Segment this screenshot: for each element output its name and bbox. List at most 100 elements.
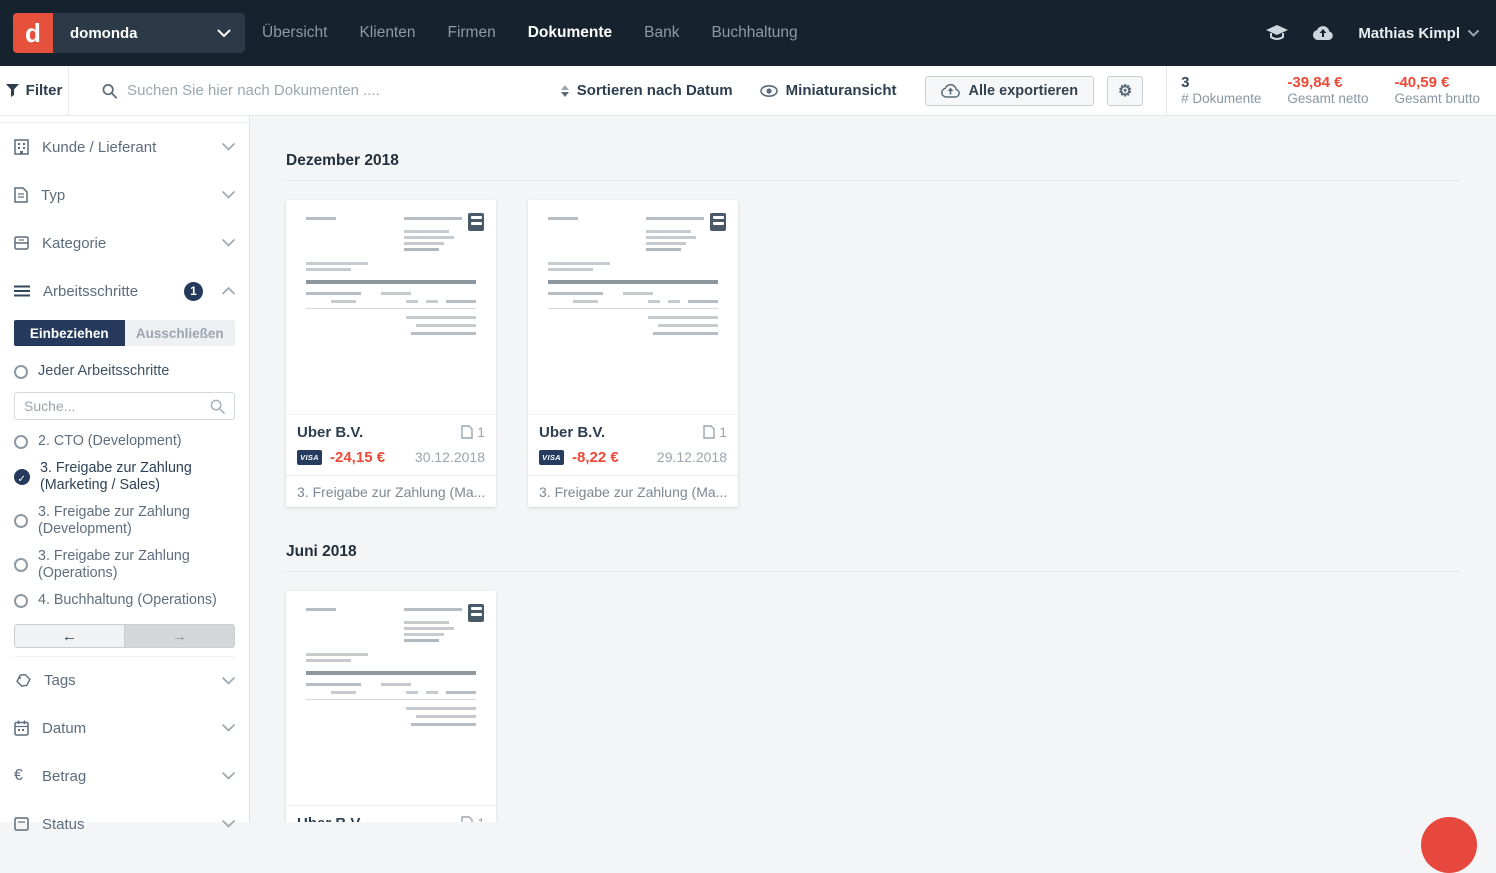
thumbnail-page	[528, 200, 738, 414]
filter-group-datum[interactable]: Datum	[14, 704, 235, 752]
topbar-right: Mathias Kimpl	[1266, 25, 1479, 42]
filter-button[interactable]: Filter	[0, 66, 69, 115]
company-selector-box: domonda	[53, 13, 245, 53]
next-page-button[interactable]: →	[125, 625, 234, 647]
building-icon	[14, 139, 29, 155]
nav-bank[interactable]: Bank	[644, 24, 679, 42]
graduation-cap-icon[interactable]	[1266, 25, 1288, 41]
document-icon	[14, 187, 28, 203]
chat-fab-button[interactable]	[1421, 817, 1477, 873]
document-card[interactable]: Uber B.V. 1	[286, 591, 496, 822]
page-count: 1	[461, 815, 485, 822]
option-cto-development[interactable]: 2. CTO (Development)	[14, 428, 235, 455]
document-thumbnail[interactable]	[528, 200, 738, 415]
chevron-down-icon	[1468, 30, 1479, 37]
page-icon	[703, 425, 715, 439]
chevron-down-icon	[222, 820, 235, 828]
prev-page-button[interactable]: ←	[15, 625, 125, 647]
stat-label: Gesamt netto	[1287, 91, 1368, 107]
documents-grid: Dezember 2018 Uber B.V. 1 V	[251, 116, 1496, 822]
card-info: Uber B.V. 1 VISA -24,15 € 30.12.2018 3. …	[286, 415, 496, 507]
search-input[interactable]	[127, 82, 561, 99]
radio-icon	[14, 594, 28, 608]
nav-uebersicht[interactable]: Übersicht	[262, 24, 327, 42]
filter-group-betrag[interactable]: € Betrag	[14, 752, 235, 800]
section-title: Juni 2018	[286, 543, 1460, 561]
option-jeder-arbeitsschritte[interactable]: Jeder Arbeitsschritte	[14, 357, 235, 390]
chevron-down-icon	[222, 724, 235, 732]
filter-group-kunde-lieferant[interactable]: Kunde / Lieferant	[14, 123, 235, 171]
search-icon	[210, 399, 225, 414]
view-mode-control[interactable]: Miniaturansicht	[760, 82, 897, 99]
document-thumbnail[interactable]	[286, 200, 496, 415]
sort-label: Sortieren nach Datum	[577, 82, 733, 99]
nav-firmen[interactable]: Firmen	[447, 24, 495, 42]
page-count-value: 1	[477, 424, 485, 440]
main-nav: Übersicht Klienten Firmen Dokumente Bank…	[262, 24, 830, 42]
page-count: 1	[461, 424, 485, 440]
exclude-option[interactable]: Ausschließen	[125, 320, 236, 346]
stat-value: -39,84 €	[1287, 75, 1368, 91]
page-icon	[461, 816, 473, 822]
stat-label: Gesamt brutto	[1394, 91, 1480, 107]
cloud-upload-icon[interactable]	[1312, 25, 1334, 41]
filter-group-label: Datum	[42, 720, 209, 737]
document-thumbnail[interactable]	[286, 591, 496, 806]
arrow-left-icon: ←	[62, 628, 77, 645]
stat-total-net: -39,84 € Gesamt netto	[1287, 75, 1368, 107]
user-menu[interactable]: Mathias Kimpl	[1358, 25, 1479, 42]
document-amount: -24,15 €	[330, 449, 407, 466]
thumbnail-page	[286, 200, 496, 414]
filter-group-label: Kunde / Lieferant	[42, 139, 209, 156]
nav-dokumente[interactable]: Dokumente	[528, 24, 612, 42]
stat-label: # Dokumente	[1181, 91, 1261, 107]
filter-group-label: Typ	[41, 187, 209, 204]
filter-group-arbeitsschritte[interactable]: Arbeitsschritte 1	[14, 267, 235, 315]
filter-sidebar: Kunde / Lieferant Typ Kategorie	[0, 116, 250, 822]
user-name: Mathias Kimpl	[1358, 25, 1460, 42]
filter-group-label: Kategorie	[42, 235, 209, 252]
document-card[interactable]: Uber B.V. 1 VISA -8,22 € 29.12.2018 3. F…	[528, 200, 738, 507]
card-info: Uber B.V. 1 VISA -8,22 € 29.12.2018 3. F…	[528, 415, 738, 507]
filter-group-label: Tags	[44, 672, 209, 689]
page-count: 1	[703, 424, 727, 440]
sort-control[interactable]: Sortieren nach Datum	[561, 82, 733, 99]
option-freigabe-operations[interactable]: 3. Freigabe zur Zahlung (Operations)	[14, 543, 235, 587]
include-option[interactable]: Einbeziehen	[14, 320, 125, 346]
status-icon	[14, 817, 29, 831]
option-freigabe-development[interactable]: 3. Freigabe zur Zahlung (Development)	[14, 499, 235, 543]
filter-group-kategorie[interactable]: Kategorie	[14, 219, 235, 267]
cloud-export-icon	[941, 84, 960, 98]
nav-buchhaltung[interactable]: Buchhaltung	[711, 24, 797, 42]
chevron-down-icon	[222, 772, 235, 780]
document-amount: -8,22 €	[572, 449, 649, 466]
radio-icon	[14, 365, 28, 379]
option-label: Jeder Arbeitsschritte	[38, 363, 235, 380]
option-freigabe-marketing-sales[interactable]: 3. Freigabe zur Zahlung (Marketing / Sal…	[14, 455, 235, 499]
view-mode-label: Miniaturansicht	[786, 82, 897, 99]
filter-group-tags[interactable]: Tags	[14, 656, 235, 704]
nav-klienten[interactable]: Klienten	[359, 24, 415, 42]
card-info: Uber B.V. 1	[286, 806, 496, 822]
gear-icon: ⚙	[1118, 81, 1132, 101]
option-label: 3. Freigabe zur Zahlung (Marketing / Sal…	[40, 460, 235, 494]
filter-group-status[interactable]: Status	[14, 800, 235, 848]
funnel-icon	[6, 84, 19, 97]
option-buchhaltung-operations[interactable]: 4. Buchhaltung (Operations)	[14, 587, 235, 614]
filter-group-typ[interactable]: Typ	[14, 171, 235, 219]
thumbnail-page	[286, 591, 496, 805]
chevron-down-icon	[217, 29, 231, 38]
page-count-value: 1	[477, 815, 485, 822]
vendor-name: Uber B.V.	[539, 424, 703, 441]
option-label: 3. Freigabe zur Zahlung (Development)	[38, 504, 235, 538]
settings-button[interactable]: ⚙	[1107, 76, 1143, 106]
stat-value: 3	[1181, 75, 1261, 91]
workflow-search-input[interactable]	[24, 398, 210, 414]
export-all-button[interactable]: Alle exportieren	[925, 76, 1095, 106]
vendor-name: Uber B.V.	[297, 424, 461, 441]
search-icon	[102, 83, 117, 99]
active-filter-badge: 1	[184, 282, 203, 301]
company-selector[interactable]: d domonda	[13, 13, 245, 53]
document-card[interactable]: Uber B.V. 1 VISA -24,15 € 30.12.2018 3. …	[286, 200, 496, 507]
filter-group-label: Status	[42, 816, 209, 833]
